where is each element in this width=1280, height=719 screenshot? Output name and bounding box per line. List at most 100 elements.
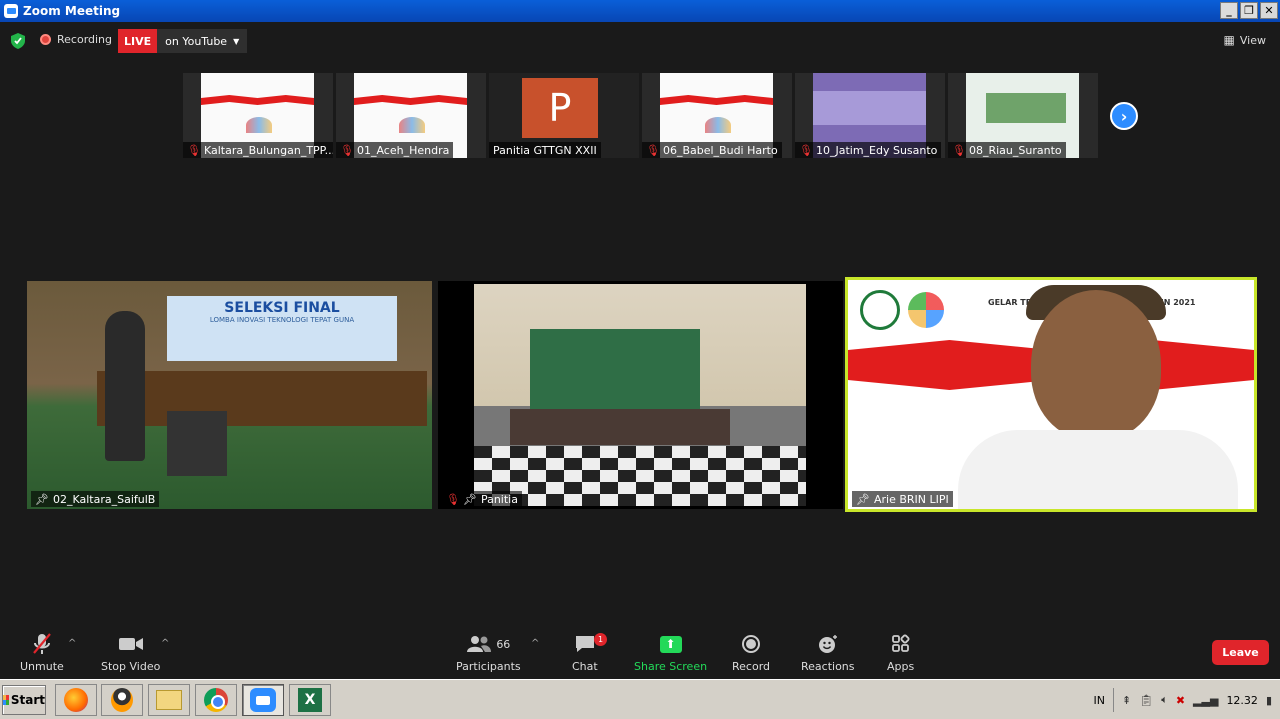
video-options-caret[interactable]: ^ [161,638,169,649]
taskbar-app-gimp[interactable] [101,684,143,716]
unmute-button[interactable]: Unmute [20,632,64,673]
chevron-right-icon: › [1120,106,1128,126]
taskbar-app-file-manager[interactable] [148,684,190,716]
firefox-icon [64,688,88,712]
reactions-button[interactable]: Reactions [801,632,855,673]
apps-button[interactable]: Apps [887,632,914,673]
video-tile[interactable]: 🎙︎ 📌︎ Panitia [438,281,843,509]
participants-options-caret[interactable]: ^ [531,638,539,649]
logo [908,292,944,328]
view-label: View [1239,33,1266,47]
participant-thumbnail[interactable]: 🎙︎ 10_Jatim_Edy Susanto [795,73,945,158]
restore-button[interactable]: ❐ [1240,2,1258,19]
start-button[interactable]: Start [2,685,46,715]
input-language[interactable]: IN [1094,694,1105,707]
participants-label: Participants [456,660,521,673]
participant-thumbnail[interactable]: 🎙︎ 01_Aceh_Hendra [336,73,486,158]
share-screen-icon: ⬆ [659,632,682,656]
leave-button[interactable]: Leave [1212,640,1269,665]
meeting-toolbar: Unmute ^ Stop Video ^ 66 Participants ^ … [0,628,1280,678]
system-tray: IN ⇞ 📋︎ 🔈︎ ✖ ▂▃▅ 12.32 ▮ [1086,684,1280,716]
mic-muted-icon: 🎙︎ [340,143,354,157]
mic-muted-icon [31,632,53,656]
pin-icon: 📌︎ [462,492,477,506]
clock[interactable]: 12.32 [1226,694,1258,707]
chat-button[interactable]: 1 Chat [572,632,607,673]
windows-flag-icon [3,695,9,705]
volume-icon[interactable]: 🔈︎ [1161,693,1168,707]
participants-button[interactable]: 66 Participants [456,632,521,673]
smiley-icon [817,632,839,656]
close-button[interactable]: ✕ [1260,2,1278,19]
participant-name: 02_Kaltara_SaifulB [52,492,156,506]
record-dot-icon [40,34,51,45]
zoom-icon [250,688,276,712]
stream-target-dropdown[interactable]: on YouTube ▼ [157,29,248,53]
grid-icon: ▦ [1223,33,1235,47]
folder-icon [156,690,182,710]
stop-video-button[interactable]: Stop Video [101,632,160,673]
excel-icon: X [298,688,322,712]
apps-icon [891,632,911,656]
os-taskbar: Start X IN ⇞ 📋︎ 🔈︎ ✖ ▂▃▅ 12.32 ▮ [0,679,1280,719]
chrome-icon [204,688,228,712]
pin-icon: 📌︎ [856,492,870,506]
participant-thumbnail[interactable]: 🎙︎ Kaltara_Bulungan_TPP... [183,73,333,158]
participant-name: 08_Riau_Suranto [968,143,1062,157]
audio-options-caret[interactable]: ^ [68,638,76,649]
recording-indicator[interactable]: Recording [40,33,112,46]
stream-target-label: on YouTube [165,34,228,48]
caret-down-icon: ▼ [233,36,240,46]
banner-title: SELEKSI FINAL [224,300,340,316]
taskbar-app-excel[interactable]: X [289,684,331,716]
next-page-button[interactable]: › [1110,102,1138,130]
window-title: Zoom Meeting [23,4,121,18]
zoom-app-icon [4,4,18,18]
signal-strength-icon[interactable]: ▂▃▅ [1193,694,1218,707]
live-label: LIVE [118,29,158,53]
video-camera-icon [118,632,144,656]
avatar: P [522,78,598,138]
share-screen-button[interactable]: ⬆ Share Screen [634,632,707,673]
banner-subtitle: LOMBA INOVASI TEKNOLOGI TEPAT GUNA [209,316,355,324]
video-tile[interactable]: SELEKSI FINAL LOMBA INOVASI TEKNOLOGI TE… [27,281,432,509]
mic-muted-icon: 🎙︎ [799,143,813,157]
show-desktop-icon[interactable]: ▮ [1266,694,1272,707]
clipboard-icon[interactable]: 📋︎ [1139,694,1153,707]
start-label: Start [10,693,45,707]
chat-icon [574,632,596,656]
apps-label: Apps [887,660,915,673]
participant-thumbnail[interactable]: 🎙︎ 08_Riau_Suranto [948,73,1098,158]
record-label: Record [732,660,771,673]
shield-icon[interactable] [11,33,25,49]
zoom-window: Zoom Meeting _ ❐ ✕ Recording LIVE on You… [0,0,1280,719]
share-screen-label: Share Screen [634,660,708,673]
stop-video-label: Stop Video [101,660,161,673]
active-speaker-tile[interactable]: GELAR TEKNOLOGI TE... NAL XXII TAHUN 202… [845,277,1257,512]
taskbar-app-zoom[interactable] [242,684,284,716]
minimize-button[interactable]: _ [1220,2,1238,19]
participant-thumbnail[interactable]: 🎙︎ 06_Babel_Budi Harto [642,73,792,158]
view-button[interactable]: ▦ View [1224,33,1266,47]
participant-thumbnail[interactable]: P Panitia GTTGN XXII [489,73,639,158]
participants-icon [467,636,492,652]
gimp-icon [111,688,133,712]
participant-name: Arie BRIN LIPI [873,492,949,506]
participant-name: Panitia GTTGN XXII [493,143,597,157]
taskbar-app-firefox[interactable] [55,684,97,716]
mic-muted-icon: 🎙︎ [646,143,660,157]
record-button[interactable]: Record [732,632,770,673]
participant-name: 10_Jatim_Edy Susanto [815,143,938,157]
recording-label: Recording [57,33,113,46]
network-disconnected-icon[interactable]: ✖ [1176,694,1185,707]
live-stream-badge[interactable]: LIVE on YouTube ▼ [118,29,248,53]
mic-muted-icon: 🎙︎ [187,143,201,157]
taskbar-app-chrome[interactable] [195,684,237,716]
tray-expand-icon[interactable]: ⇞ [1122,694,1131,707]
participant-name: Panitia [480,492,518,506]
window-titlebar: Zoom Meeting _ ❐ ✕ [0,0,1280,22]
reactions-label: Reactions [801,660,855,673]
chat-label: Chat [572,660,598,673]
participant-thumbnail-strip: 🎙︎ Kaltara_Bulungan_TPP... 🎙︎ 01_Aceh_Hend… [183,73,1098,158]
record-icon [741,632,761,656]
